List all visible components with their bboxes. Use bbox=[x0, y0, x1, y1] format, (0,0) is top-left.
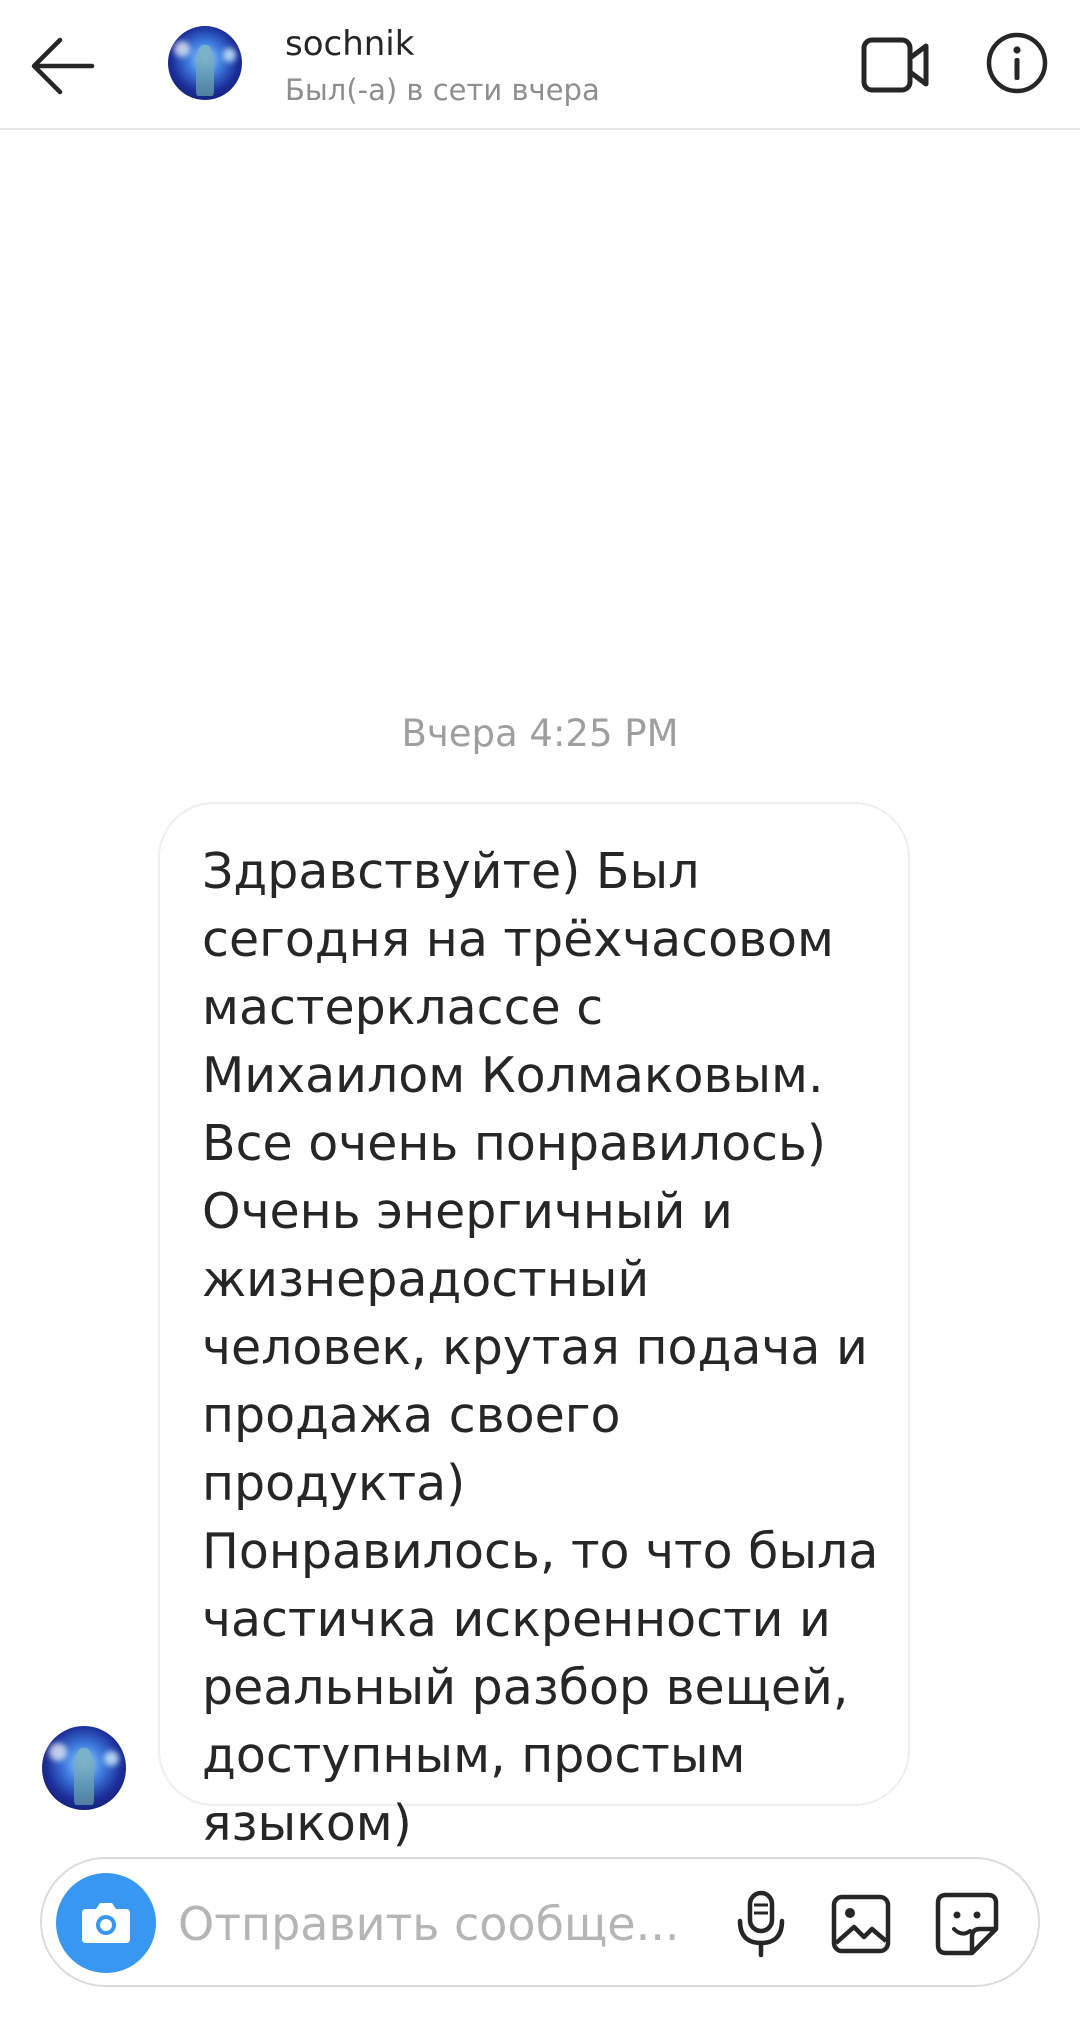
voice-message-button[interactable] bbox=[728, 1889, 794, 1959]
camera-icon bbox=[82, 1903, 130, 1943]
chat-header: sochnik Был(-а) в сети вчера bbox=[0, 0, 1080, 130]
microphone-icon bbox=[737, 1890, 785, 1958]
message-input[interactable] bbox=[176, 1887, 700, 1961]
video-camera-icon bbox=[861, 37, 929, 93]
image-gallery-icon bbox=[831, 1894, 891, 1954]
message-timestamp: Вчера 4:25 PM bbox=[401, 712, 679, 755]
online-status: Был(-а) в сети вчера bbox=[285, 73, 600, 107]
profile-avatar[interactable] bbox=[168, 26, 242, 100]
username: sochnik bbox=[285, 24, 415, 64]
camera-button[interactable] bbox=[56, 1873, 156, 1973]
message-text: Здравствуйте) Был сегодня на трёхчасовом… bbox=[202, 843, 879, 1852]
sticker-icon bbox=[935, 1892, 999, 1956]
video-call-button[interactable] bbox=[860, 34, 932, 96]
info-circle-icon bbox=[986, 32, 1048, 94]
info-button[interactable] bbox=[984, 30, 1050, 96]
chat-title[interactable]: sochnik Был(-а) в сети вчера bbox=[285, 22, 600, 110]
arrow-left-icon bbox=[31, 37, 95, 95]
gallery-button[interactable] bbox=[828, 1891, 894, 1957]
sticker-button[interactable] bbox=[932, 1889, 1002, 1959]
message-bubble[interactable]: Здравствуйте) Был сегодня на трёхчасовом… bbox=[158, 802, 910, 1852]
message-composer bbox=[40, 1857, 1040, 1987]
back-button[interactable] bbox=[26, 30, 98, 102]
sender-avatar[interactable] bbox=[42, 1726, 126, 1810]
